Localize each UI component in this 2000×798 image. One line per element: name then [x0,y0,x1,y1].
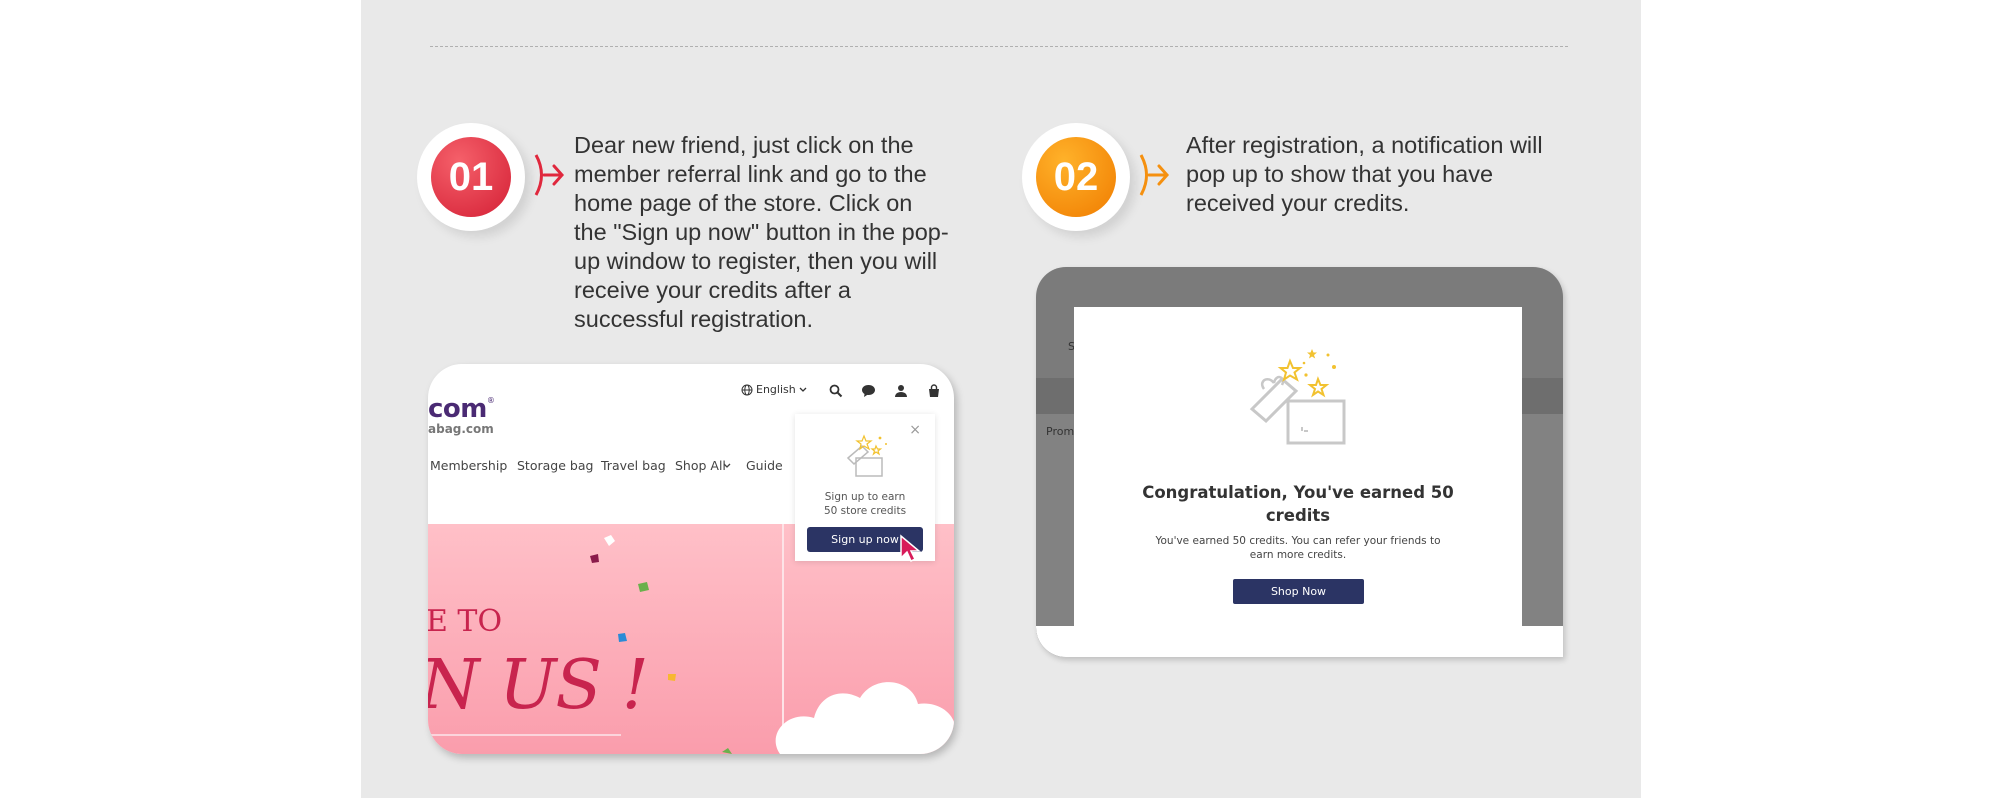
nav-item-membership[interactable]: Membership [430,458,507,473]
bag-icon[interactable] [927,384,941,398]
background-footer [1036,626,1563,657]
credits-modal-message: You've earned 50 credits. You can refer … [1155,535,1441,561]
step-1-badge: 01 [417,123,525,231]
user-icon[interactable] [894,384,908,398]
chevron-down-icon [799,387,807,392]
nav-item-storage-bag[interactable]: Storage bag [517,458,593,473]
language-selector[interactable]: English [741,383,807,396]
globe-icon [741,384,753,395]
step-1-text: Dear new friend, just click on the membe… [574,132,949,332]
gift-box-icon [846,434,887,477]
nav-item-travel-bag[interactable]: Travel bag [601,458,666,473]
chevron-down-icon [723,463,731,468]
cloud-graphic [775,682,954,754]
nav-item-shop-all[interactable]: Shop All [675,458,726,473]
step-1-screenshot: com® abag.com English Membership Storage… [428,364,954,754]
hero-heading-small: E TO [428,604,503,639]
hero-heading-large: N US ! [428,646,649,725]
step-2-arrow-icon [1139,154,1170,196]
signup-popup-line-2: 50 store credits [823,505,907,517]
nav-item-guide[interactable]: Guide [746,458,783,473]
background-text: Prom [1046,425,1075,438]
step-1-arrow-icon [534,154,565,196]
credits-modal-title: Congratulation, You've earned 50 credits [1142,483,1454,525]
store-logo-domain: abag.com [428,422,494,436]
signup-popup-line-1: Sign up to earn [824,491,906,503]
language-label: English [756,383,796,396]
chat-icon[interactable] [861,384,876,398]
step-2-screenshot: S Prom Congratulation, You've earned 50 … [1036,267,1563,657]
gift-box-icon [1249,349,1346,445]
close-icon[interactable]: × [909,422,921,438]
credits-modal: Congratulation, You've earned 50 credits… [1074,307,1522,626]
dashed-divider [430,46,1568,47]
shop-now-button[interactable]: Shop Now [1233,579,1364,604]
step-2-text: After registration, a notification will … [1186,132,1543,216]
step-2-badge: 02 [1022,123,1130,231]
store-logo: com® [428,394,495,424]
step-1-number: 01 [431,137,511,217]
search-icon[interactable] [829,384,843,398]
cursor-icon [900,534,922,563]
hero-underline [428,734,621,736]
step-2-number: 02 [1036,137,1116,217]
